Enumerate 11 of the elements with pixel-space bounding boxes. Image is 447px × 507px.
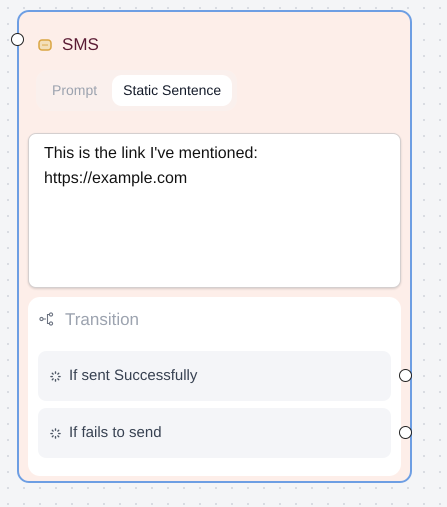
loader-icon (50, 370, 61, 382)
chat-icon (38, 38, 52, 51)
transition-title: Transition (65, 308, 140, 330)
connection-handle[interactable] (399, 426, 412, 439)
tab[interactable]: Static Sentence (112, 74, 232, 106)
connection-handle[interactable] (11, 33, 24, 46)
loader-icon (50, 428, 61, 438)
connection-handle[interactable] (399, 369, 412, 382)
branch-icon (39, 312, 55, 326)
message-field[interactable]: This is the link I've mentioned: https://example.com (28, 132, 401, 288)
node-title: SMS (62, 34, 99, 56)
